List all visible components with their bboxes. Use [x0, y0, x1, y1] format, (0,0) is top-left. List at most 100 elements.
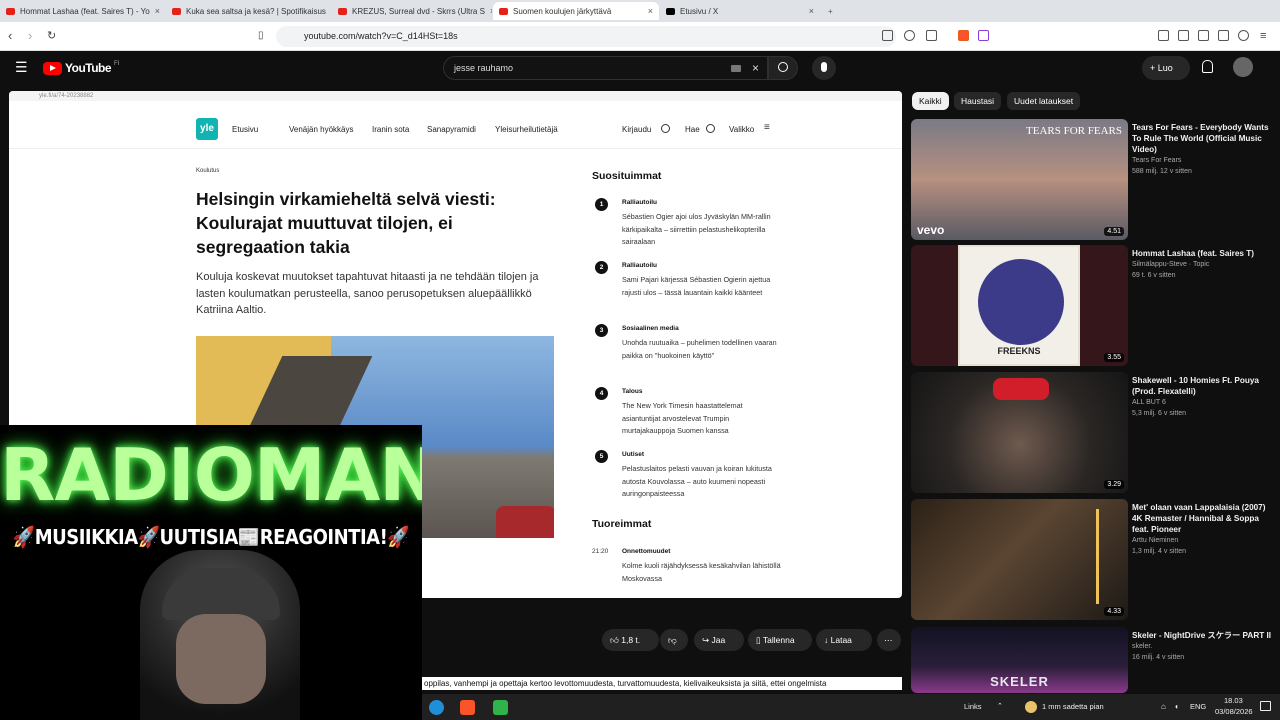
latest-heading: Tuoreimmat [592, 518, 652, 530]
clock-date[interactable]: 03/08/2026 [1215, 707, 1253, 716]
browser-toolbar: ‹ › ↻ ▯ youtube.com/watch?v=C_d14HSt=18s… [0, 22, 1280, 51]
brave-icon[interactable] [460, 700, 475, 715]
forward-icon[interactable]: › [28, 29, 32, 43]
notifications-bell-icon[interactable] [1202, 60, 1213, 73]
language-indicator[interactable]: ENG [1190, 702, 1206, 711]
more-actions-button[interactable]: ⋯ [877, 629, 901, 651]
youtube-header: ☰ YouTube FI jesse rauhamo × + Luo [0, 51, 1280, 85]
reload-icon[interactable]: ↻ [47, 29, 56, 43]
like-button[interactable]: 👍︎ 1,8 t. [602, 629, 659, 651]
hamburger-menu-icon[interactable]: ☰ [15, 60, 28, 74]
new-tab-button[interactable]: + [822, 2, 842, 20]
sidebar-icon[interactable] [1178, 30, 1189, 41]
chip-all[interactable]: Kaikki [912, 92, 949, 110]
more-icon: ⋯ [884, 635, 893, 645]
yle-login: Kirjaudu [622, 125, 652, 134]
address-bar[interactable]: youtube.com/watch?v=C_d14HSt=18s [276, 26, 896, 47]
channel-name[interactable]: Arttu Nieminen [1132, 536, 1278, 546]
browser-tab[interactable]: Hommat Lashaa (feat. Saires T) - Yo × [0, 2, 165, 20]
close-icon[interactable]: × [648, 6, 653, 16]
vpn-icon[interactable] [1238, 30, 1249, 41]
channel-name[interactable]: Silmälappu-Steve · Topic [1132, 260, 1278, 270]
avatar[interactable] [1233, 57, 1253, 77]
popular-text: Pelastuslaitos pelasti vauvan ja koiran … [622, 464, 772, 498]
video-thumbnail[interactable]: FREEKNS 3.55 [911, 245, 1128, 366]
browser-tab[interactable]: KREZUS, Surreal dvd - Skrrs (Ultra S × [332, 2, 492, 20]
popular-category: Ralliautoilu [622, 262, 658, 269]
latest-time: 21:20 [592, 548, 609, 555]
album-art-figure [978, 259, 1064, 345]
clear-search-icon[interactable]: × [752, 57, 759, 79]
light-streak [1096, 509, 1099, 604]
latest-text: Kolme kuoli räjähdyksessä kesäkahvilan l… [622, 561, 781, 583]
streamer-face [176, 614, 266, 704]
article-category: Koulutus [196, 168, 220, 174]
video-thumbnail[interactable]: SKELER [911, 627, 1128, 693]
video-title[interactable]: Shakewell - 10 Homies Ft. Pouya (Prod. F… [1132, 375, 1278, 397]
recommendation-card[interactable]: 3.29 Shakewell - 10 Homies Ft. Pouya (Pr… [911, 372, 1280, 493]
close-icon[interactable]: × [490, 6, 492, 16]
video-title[interactable]: Met' olaan vaan Lappalaisia (2007) 4K Re… [1132, 502, 1278, 535]
recommendation-card[interactable]: TEARS FOR FEARS vevo 4.51 Tears For Fear… [911, 119, 1280, 240]
edge-icon[interactable] [429, 700, 444, 715]
download-button[interactable]: ↓ Lataa [816, 629, 872, 651]
recommendation-card[interactable]: FREEKNS 3.55 Hommat Lashaa (feat. Saires… [911, 245, 1280, 366]
video-title[interactable]: Hommat Lashaa (feat. Saires T) [1132, 248, 1278, 259]
menu-icon[interactable]: ≡ [1260, 29, 1266, 43]
duration-badge: 3.55 [1104, 353, 1124, 362]
edit-icon[interactable] [1198, 30, 1209, 41]
notification-center-icon[interactable] [1260, 701, 1271, 711]
zoom-icon[interactable] [904, 30, 915, 41]
recommendation-card[interactable]: SKELER Skeler - NightDrive スケラー PART II … [911, 627, 1280, 693]
search-input[interactable]: jesse rauhamo × [443, 56, 768, 80]
tab-title: KREZUS, Surreal dvd - Skrrs (Ultra S [352, 6, 485, 16]
links-toolbar[interactable]: Links [964, 702, 982, 711]
chip-recently-uploaded[interactable]: Uudet lataukset [1007, 92, 1081, 110]
chevron-up-icon[interactable]: ⌃ [997, 702, 1003, 710]
voice-search-button[interactable] [812, 56, 836, 80]
browser-tab[interactable]: Kuka sea saltsa ja kesä? | Spotifikaisus… [166, 2, 331, 20]
volume-icon[interactable]: ◖ [1174, 702, 1179, 711]
brave-rewards-icon[interactable] [978, 30, 989, 41]
weather-text[interactable]: 1 mm sadetta pian [1042, 702, 1104, 711]
close-icon[interactable]: × [809, 6, 814, 16]
video-thumbnail[interactable]: 4.33 [911, 499, 1128, 620]
network-icon[interactable]: ⌂ [1161, 702, 1166, 711]
media-icon[interactable] [1158, 30, 1169, 41]
thumbnail-text: SKELER [990, 674, 1049, 689]
video-thumbnail[interactable]: 3.29 [911, 372, 1128, 493]
duration-badge: 3.29 [1104, 480, 1124, 489]
video-title[interactable]: Tears For Fears - Everybody Wants To Rul… [1132, 122, 1278, 155]
create-button[interactable]: + Luo [1142, 56, 1190, 80]
youtube-favicon-icon [499, 7, 508, 15]
channel-name[interactable]: Tears For Fears [1132, 156, 1278, 166]
browser-tab[interactable]: Etusivu / X × [660, 2, 820, 20]
clock-time[interactable]: 18.03 [1224, 696, 1243, 705]
close-icon[interactable]: × [155, 6, 160, 16]
keyboard-icon[interactable] [731, 65, 741, 72]
duration-badge: 4.51 [1104, 227, 1124, 236]
brave-shield-icon[interactable] [958, 30, 969, 41]
browser-tab-active[interactable]: Suomen koulujen järkyttävä × [493, 2, 659, 20]
chip-from-search[interactable]: Haustasi [954, 92, 1002, 110]
video-title[interactable]: Skeler - NightDrive スケラー PART II [1132, 630, 1278, 641]
cast-icon[interactable] [926, 30, 937, 41]
bookmark-icon[interactable]: ▯ [258, 29, 264, 43]
tab-title: Etusivu / X [680, 6, 719, 16]
rank-badge: 3 [595, 324, 608, 337]
search-button[interactable] [768, 56, 798, 80]
extensions-icon[interactable] [1218, 30, 1229, 41]
translate-icon[interactable] [882, 30, 893, 41]
video-thumbnail[interactable]: TEARS FOR FEARS vevo 4.51 [911, 119, 1128, 240]
share-button[interactable]: ↪ Jaa [694, 629, 744, 651]
back-icon[interactable]: ‹ [8, 29, 12, 43]
save-button[interactable]: ▯ Tallenna [748, 629, 812, 651]
vevo-logo: vevo [917, 223, 945, 237]
video-meta: Hommat Lashaa (feat. Saires T) Silmälapp… [1132, 248, 1278, 281]
channel-name[interactable]: skeler. [1132, 642, 1278, 652]
dislike-button[interactable]: 👎︎ [660, 629, 688, 651]
media-player-icon[interactable] [493, 700, 508, 715]
channel-name[interactable]: ALL BUT 6 [1132, 398, 1278, 408]
recommendation-card[interactable]: 4.33 Met' olaan vaan Lappalaisia (2007) … [911, 499, 1280, 620]
youtube-logo[interactable]: YouTube FI [43, 61, 119, 75]
